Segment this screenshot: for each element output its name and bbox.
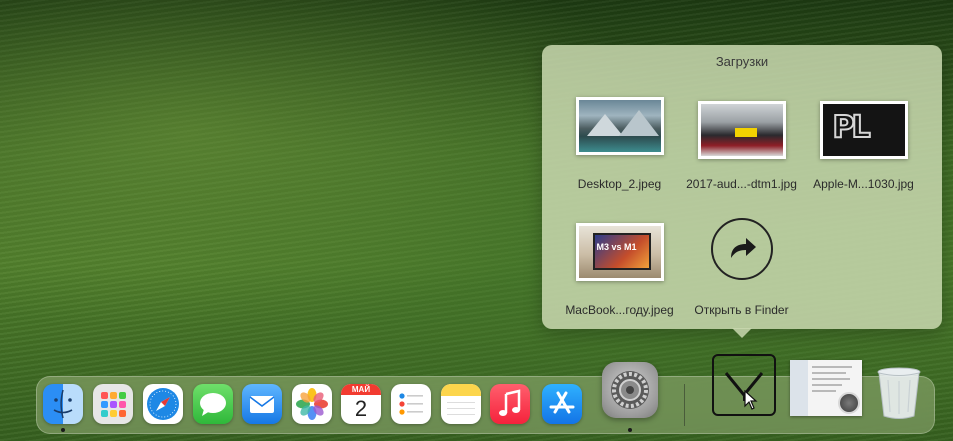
- stack-item-audi-dtm[interactable]: 2017-aud...-dtm1.jpg: [679, 101, 804, 213]
- running-indicator: [61, 428, 65, 432]
- mouse-cursor-icon: [744, 390, 758, 410]
- stack-item-desktop-2[interactable]: Desktop_2.jpeg: [557, 97, 682, 209]
- mail-icon[interactable]: [242, 384, 282, 424]
- downloads-stack-popover: Загрузки Desktop_2.jpeg 2017-aud...-dtm1…: [542, 45, 942, 338]
- arrow-icon: [710, 218, 773, 280]
- app-store-icon[interactable]: [542, 384, 582, 424]
- notes-icon[interactable]: [441, 384, 481, 424]
- stack-item-apple-m[interactable]: Apple-M...1030.jpg: [801, 101, 926, 213]
- launchpad-icon[interactable]: [93, 384, 133, 424]
- file-thumbnail: [819, 101, 908, 159]
- calendar-icon[interactable]: МАЙ 2: [341, 384, 381, 424]
- safari-icon[interactable]: [143, 384, 183, 424]
- settings-icon[interactable]: [602, 362, 658, 418]
- trash-icon[interactable]: [876, 366, 922, 420]
- open-in-finder-button[interactable]: Открыть в Finder: [679, 218, 804, 335]
- open-in-finder-label: Открыть в Finder: [694, 303, 789, 317]
- file-thumbnail: [575, 223, 664, 281]
- dock-separator: [684, 384, 685, 426]
- finder-icon[interactable]: [43, 384, 83, 424]
- file-name-label: Apple-M...1030.jpg: [813, 177, 914, 191]
- file-thumbnail: [697, 101, 786, 159]
- settings-badge-icon: [838, 392, 860, 414]
- reminders-icon[interactable]: [391, 384, 431, 424]
- calendar-month: МАЙ: [341, 384, 381, 395]
- music-icon[interactable]: [490, 384, 530, 424]
- running-indicator: [628, 428, 632, 432]
- messages-icon[interactable]: [193, 384, 233, 424]
- calendar-day: 2: [354, 396, 368, 421]
- photos-icon[interactable]: [292, 384, 332, 424]
- popover-title: Загрузки: [715, 54, 769, 69]
- screenshot-thumbnail[interactable]: [790, 360, 862, 416]
- stack-item-macbook[interactable]: MacBook...году.jpeg: [557, 223, 682, 335]
- file-thumbnail: [575, 97, 664, 155]
